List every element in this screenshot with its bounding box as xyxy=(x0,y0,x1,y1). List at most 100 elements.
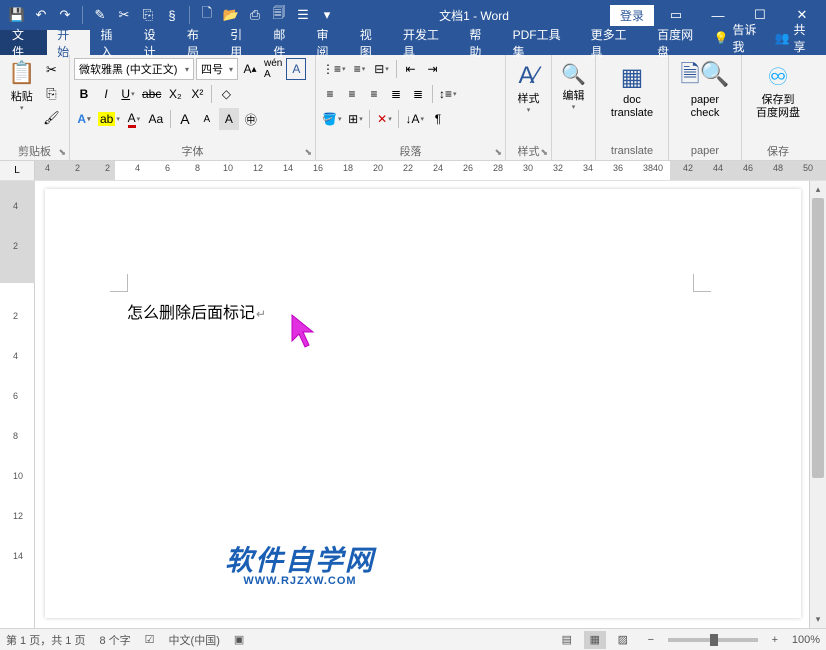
paper-check-button[interactable]: 🗎🔍 papercheck xyxy=(673,58,737,124)
justify-icon[interactable]: ≣ xyxy=(386,83,406,105)
language[interactable]: 中文(中国) xyxy=(169,632,220,648)
char-border-icon[interactable]: A xyxy=(286,58,306,80)
redo-icon[interactable]: ↷ xyxy=(54,4,76,26)
open-icon[interactable]: 📂 xyxy=(220,4,242,26)
tab-review[interactable]: 审阅 xyxy=(307,30,350,55)
decrease-indent-icon[interactable]: ⇤ xyxy=(401,58,421,80)
show-marks-icon[interactable]: ¶ xyxy=(428,108,448,130)
qat-btn-5[interactable]: ✂ xyxy=(113,4,135,26)
qat-btn-6[interactable]: ⎘ xyxy=(137,4,159,26)
subscript-icon[interactable]: X₂ xyxy=(165,83,185,105)
web-layout-icon[interactable]: ▨ xyxy=(612,631,634,649)
copy-icon[interactable]: ⎘ xyxy=(41,84,61,104)
grow-font-icon[interactable]: A▴ xyxy=(240,58,260,80)
vertical-scrollbar[interactable]: ▴ ▾ xyxy=(809,181,826,628)
tab-more[interactable]: 更多工具 xyxy=(581,30,647,55)
qat-btn-12[interactable]: ☰ xyxy=(292,4,314,26)
shading-icon[interactable]: 🪣 xyxy=(320,108,343,130)
tab-insert[interactable]: 插入 xyxy=(90,30,133,55)
baidu-save-button[interactable]: ♾ 保存到百度网盘 xyxy=(746,58,810,124)
multilevel-icon[interactable]: ⊟ xyxy=(372,58,392,80)
print-layout-icon[interactable]: ▦ xyxy=(584,631,606,649)
cut-icon[interactable]: ✂ xyxy=(41,60,61,80)
share-button[interactable]: 👥共享 xyxy=(775,21,816,55)
font-size-combo[interactable]: 四号▾ xyxy=(196,58,238,80)
numbering-icon[interactable]: ≡ xyxy=(350,58,370,80)
tab-design[interactable]: 设计 xyxy=(134,30,177,55)
tab-baidu[interactable]: 百度网盘 xyxy=(647,30,713,55)
qat-customize-icon[interactable]: ▾ xyxy=(316,4,338,26)
sort2-icon[interactable]: ↓A xyxy=(403,108,426,130)
clear-format-icon[interactable]: ◇ xyxy=(216,83,236,105)
document-text[interactable]: 怎么删除后面标记↵ xyxy=(127,299,266,323)
save-icon[interactable]: 💾 xyxy=(6,4,28,26)
scroll-up-icon[interactable]: ▴ xyxy=(810,181,826,198)
dialog-launcher-icon[interactable]: ⬊ xyxy=(540,147,548,158)
align-left-icon[interactable]: ≡ xyxy=(320,83,340,105)
qat-btn-7[interactable]: § xyxy=(161,4,183,26)
bullets-icon[interactable]: ⋮≡ xyxy=(320,58,348,80)
distribute-icon[interactable]: ≣ xyxy=(408,83,428,105)
qat-btn-11[interactable]: 🗐 xyxy=(268,4,290,26)
char-shading-icon[interactable]: A xyxy=(219,108,239,130)
macro-icon[interactable]: ▣ xyxy=(234,633,244,646)
page-number[interactable]: 第 1 页，共 1 页 xyxy=(6,632,85,648)
tab-home[interactable]: 开始 xyxy=(47,30,90,55)
underline-icon[interactable]: U xyxy=(118,83,138,105)
tab-file[interactable]: 文件 xyxy=(0,30,47,55)
shrink-font-icon[interactable]: A xyxy=(197,108,217,130)
scroll-thumb[interactable] xyxy=(812,198,824,478)
tell-me[interactable]: 💡告诉我 xyxy=(714,21,767,55)
tab-view[interactable]: 视图 xyxy=(350,30,393,55)
dialog-launcher-icon[interactable]: ⬊ xyxy=(494,147,502,158)
spell-check-icon[interactable]: ☑ xyxy=(145,633,155,646)
align-center-icon[interactable]: ≡ xyxy=(342,83,362,105)
zoom-level[interactable]: 100% xyxy=(792,634,820,646)
zoom-out-icon[interactable]: − xyxy=(640,631,662,649)
tab-developer[interactable]: 开发工具 xyxy=(393,30,459,55)
horizontal-ruler[interactable]: 6422468101214161820222426283032343638404… xyxy=(35,161,826,180)
doc-translate-button[interactable]: ▦ doctranslate xyxy=(600,58,664,124)
vertical-ruler[interactable]: 422468101214 xyxy=(0,181,35,628)
tab-references[interactable]: 引用 xyxy=(220,30,263,55)
word-count[interactable]: 8 个字 xyxy=(99,632,130,648)
enclose-char-icon[interactable]: ㊥ xyxy=(241,108,261,130)
paste-button[interactable]: 📋 粘贴 ▾ xyxy=(4,58,39,114)
sort-icon[interactable]: ✕ xyxy=(374,108,394,130)
text-effects-icon[interactable]: A xyxy=(74,108,94,130)
tab-layout[interactable]: 布局 xyxy=(177,30,220,55)
dialog-launcher-icon[interactable]: ⬊ xyxy=(304,147,312,158)
qat-btn-4[interactable]: ✎ xyxy=(89,4,111,26)
zoom-in-icon[interactable]: + xyxy=(764,631,786,649)
bold-icon[interactable]: B xyxy=(74,83,94,105)
document-scroll[interactable]: 怎么删除后面标记↵ 软件自学网 WWW.RJZXW.COM ▴ ▾ xyxy=(35,181,826,628)
font-color-icon[interactable]: A xyxy=(124,108,144,130)
change-case-icon[interactable]: Aa xyxy=(146,108,166,130)
edit-button[interactable]: 🔍 编辑 ▾ xyxy=(557,58,590,115)
tab-help[interactable]: 帮助 xyxy=(459,30,502,55)
increase-indent-icon[interactable]: ⇥ xyxy=(423,58,443,80)
font-name-combo[interactable]: 微软雅黑 (中文正文)▾ xyxy=(74,58,194,80)
undo-icon[interactable]: ↶ xyxy=(30,4,52,26)
new-icon[interactable]: 🗋 xyxy=(196,4,218,26)
login-button[interactable]: 登录 xyxy=(610,5,654,26)
scroll-down-icon[interactable]: ▾ xyxy=(810,611,826,628)
italic-icon[interactable]: I xyxy=(96,83,116,105)
grow-font2-icon[interactable]: A xyxy=(175,108,195,130)
page[interactable]: 怎么删除后面标记↵ 软件自学网 WWW.RJZXW.COM xyxy=(45,189,801,618)
pinyin-icon[interactable]: wénA xyxy=(262,58,284,80)
qat-btn-10[interactable]: ⎙ xyxy=(244,4,266,26)
styles-button[interactable]: A⁄ 样式 ▾ xyxy=(514,58,544,118)
tab-pdf[interactable]: PDF工具集 xyxy=(503,30,581,55)
line-spacing-icon[interactable]: ↕≡ xyxy=(437,83,459,105)
align-right-icon[interactable]: ≡ xyxy=(364,83,384,105)
tab-selector[interactable]: L xyxy=(0,161,35,180)
highlight-icon[interactable]: ab xyxy=(96,108,122,130)
zoom-slider[interactable] xyxy=(668,638,758,642)
dialog-launcher-icon[interactable]: ⬊ xyxy=(58,147,66,158)
borders-icon[interactable]: ⊞ xyxy=(345,108,365,130)
read-mode-icon[interactable]: ▤ xyxy=(556,631,578,649)
superscript-icon[interactable]: X² xyxy=(187,83,207,105)
strikethrough-icon[interactable]: abc xyxy=(140,83,163,105)
tab-mailings[interactable]: 邮件 xyxy=(263,30,306,55)
